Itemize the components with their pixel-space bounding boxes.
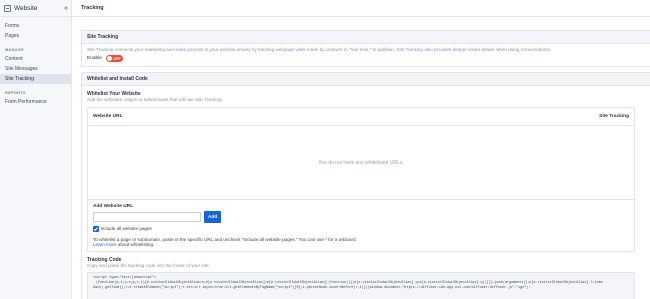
site-tracking-toggle[interactable]: OFF <box>105 55 123 62</box>
sidebar-item-pages[interactable]: Pages <box>0 31 71 41</box>
whitelist-empty-state: You do not have any whitelisted URLs. <box>88 126 634 200</box>
add-url-button[interactable]: Add <box>204 211 222 223</box>
column-site-tracking: Site Tracking <box>599 114 629 119</box>
include-all-pages-label: Include all website pages <box>100 226 152 232</box>
sidebar: Website « Forms Pages MANAGE Content Sit… <box>0 0 72 299</box>
whitelist-description: Add the websites, pages or subdomains th… <box>87 97 223 102</box>
sidebar-item-site-messages[interactable]: Site Messages <box>0 64 71 74</box>
whitelist-panel: Whitelist and Install Code Whitelist You… <box>81 72 650 299</box>
sidebar-header: Website « <box>0 0 71 17</box>
tracking-code-block[interactable]: <script type="text/javascript"> (functio… <box>87 271 635 299</box>
learn-more-suffix: about whitelisting. <box>116 241 155 247</box>
enable-label: Enable <box>87 56 102 61</box>
add-url-label: Add Website URL <box>93 204 134 209</box>
main-content: Site Tracking Site Tracking connects you… <box>81 30 650 299</box>
code-line: (function(e,t,o,n,p,r,i){e.visitorGlobal… <box>96 280 603 285</box>
toggle-state-text: OFF <box>112 55 121 61</box>
sidebar-item-site-tracking[interactable]: Site Tracking <box>0 74 71 84</box>
page-title: Tracking <box>81 5 104 11</box>
topbar: Tracking <box>73 0 650 17</box>
site-tracking-heading: Site Tracking <box>82 31 650 44</box>
learn-more-link[interactable]: Learn more <box>93 242 117 247</box>
add-url-section: Add Website URL Add Include all website … <box>88 200 634 251</box>
website-url-input[interactable] <box>93 212 201 222</box>
toggle-knob <box>106 56 112 61</box>
whitelist-table-header: Website URL Site Tracking <box>88 108 634 126</box>
code-line: Date).getTime();r=t.createElement("scrip… <box>93 285 531 290</box>
tracking-code-description: Copy and paste the tracking code into th… <box>87 262 210 268</box>
website-icon <box>4 4 11 12</box>
collapse-sidebar-icon[interactable]: « <box>64 5 68 12</box>
include-all-pages-checkbox[interactable] <box>93 226 99 232</box>
sidebar-item-form-performance[interactable]: Form Performance <box>0 97 71 107</box>
sidebar-section-manage: MANAGE <box>5 47 24 52</box>
sidebar-item-content[interactable]: Content <box>0 54 71 64</box>
sidebar-title: Website <box>14 4 38 12</box>
sidebar-item-forms[interactable]: Forms <box>0 21 71 31</box>
learn-more-line: Learn more about whitelisting. <box>93 242 629 247</box>
site-tracking-description: Site Tracking connects your marketing an… <box>87 47 552 52</box>
site-tracking-panel: Site Tracking Site Tracking connects you… <box>81 30 650 67</box>
whitelist-heading: Whitelist and Install Code <box>82 73 650 86</box>
whitelist-table: Website URL Site Tracking You do not hav… <box>87 107 635 252</box>
sidebar-section-reports: REPORTS <box>5 90 26 95</box>
column-website-url: Website URL <box>93 114 123 119</box>
